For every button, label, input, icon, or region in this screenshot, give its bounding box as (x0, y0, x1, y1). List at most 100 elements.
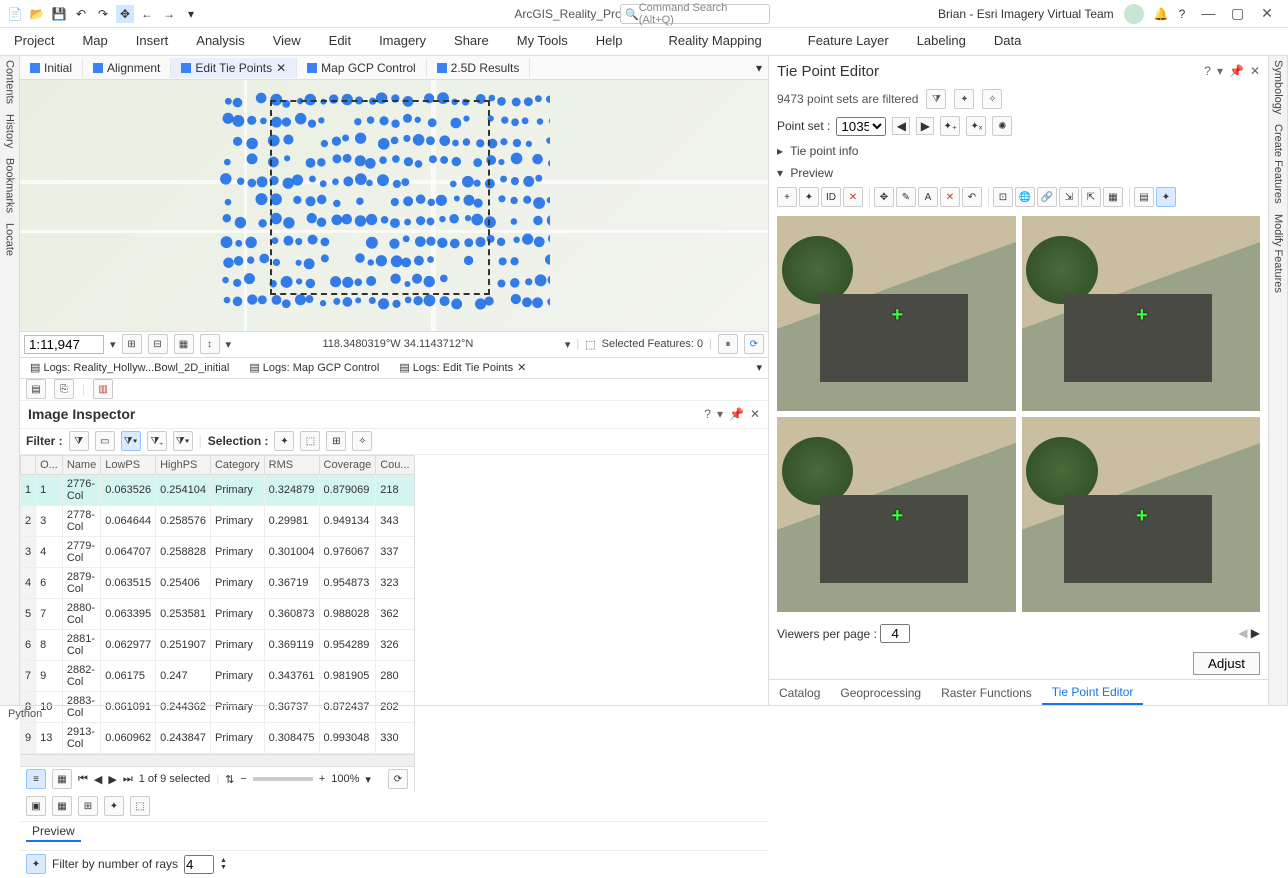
cell[interactable]: 0.981905 (319, 660, 376, 691)
explore-icon[interactable]: ✥ (116, 5, 134, 23)
close-tab-icon[interactable]: ✕ (276, 61, 286, 75)
cell[interactable]: 0.254104 (156, 474, 211, 505)
rail-symbology[interactable]: Symbology (1272, 60, 1284, 114)
cell[interactable]: 7 (36, 598, 63, 629)
pointset-select[interactable]: 1035 (836, 117, 886, 136)
snapping-icon[interactable]: ⊟ (148, 334, 168, 354)
user-label[interactable]: Brian - Esri Imagery Virtual Team (938, 7, 1114, 21)
filter-active-icon[interactable]: ⧩▾ (121, 431, 141, 451)
forward-icon[interactable]: → (160, 5, 178, 23)
tp-zoom-icon[interactable]: ⊡ (993, 187, 1013, 207)
sel-tool1-icon[interactable]: ✦ (274, 431, 294, 451)
filter-clear-icon[interactable]: ⧩▾ (173, 431, 193, 451)
pv-tool2-icon[interactable]: ▦ (52, 796, 72, 816)
cell[interactable]: 13 (36, 722, 63, 753)
dynamic-icon[interactable]: ↕ (200, 334, 220, 354)
table-row[interactable]: 682881-Col0.0629770.251907Primary0.36911… (21, 629, 415, 660)
ribbon-tab-reality-mapping[interactable]: Reality Mapping (655, 28, 776, 55)
filter-funnel-icon[interactable]: ⧩ (69, 431, 89, 451)
tp-layers-icon[interactable]: ▤ (1134, 187, 1154, 207)
tp-highlight-icon[interactable]: ✦ (1156, 187, 1176, 207)
sel-tool2-icon[interactable]: ⬚ (300, 431, 320, 451)
cell[interactable]: 218 (376, 474, 414, 505)
cell[interactable]: 0.29981 (264, 505, 319, 536)
view-tab-2-5d-results[interactable]: 2.5D Results (427, 58, 531, 78)
tp-globe-icon[interactable]: 🌐 (1015, 187, 1035, 207)
cell[interactable]: 2879-Col (62, 567, 100, 598)
tp-add-icon[interactable]: + (777, 187, 797, 207)
help-icon[interactable]: ? (1179, 7, 1186, 21)
cell[interactable]: 0.247 (156, 660, 211, 691)
cell[interactable]: 0.06175 (101, 660, 156, 691)
tp-edit-icon[interactable]: ✎ (896, 187, 916, 207)
tp-remove-icon[interactable]: ✕ (843, 187, 863, 207)
map-canvas[interactable] (20, 80, 768, 331)
next-icon[interactable]: ▶ (108, 773, 116, 786)
cell[interactable]: 0.25406 (156, 567, 211, 598)
cell[interactable]: 280 (376, 660, 414, 691)
dock-tab-catalog[interactable]: Catalog (769, 682, 830, 704)
dropdown-icon[interactable]: ▾ (182, 5, 200, 23)
cell[interactable]: 9 (21, 722, 36, 753)
dock-tab-geoprocessing[interactable]: Geoprocessing (830, 682, 931, 704)
col-header[interactable]: O... (36, 455, 63, 474)
grid-icon[interactable]: ▦ (174, 334, 194, 354)
first-icon[interactable]: ⏮ (78, 773, 88, 786)
cell[interactable]: 4 (21, 567, 36, 598)
cell[interactable]: 0.258576 (156, 505, 211, 536)
cell[interactable]: 2913-Col (62, 722, 100, 753)
info-toggle-icon[interactable]: ▸ (777, 144, 787, 158)
cell[interactable]: 6 (36, 567, 63, 598)
tp-fitout-icon[interactable]: ⇱ (1081, 187, 1101, 207)
notifications-icon[interactable]: 🔔 (1154, 7, 1169, 21)
tpe-help-icon[interactable]: ? (1204, 64, 1211, 78)
col-header[interactable]: Category (210, 455, 264, 474)
cell[interactable]: 0.064707 (101, 536, 156, 567)
inspector-help-icon[interactable]: ? (704, 407, 711, 421)
cell[interactable]: 0.251907 (156, 629, 211, 660)
view-tab-map-gcp-control[interactable]: Map GCP Control (297, 58, 426, 78)
cell[interactable]: 2881-Col (62, 629, 100, 660)
pv-tool5-icon[interactable]: ⬚ (130, 796, 150, 816)
back-icon[interactable]: ← (138, 5, 156, 23)
tp-grid-icon[interactable]: ▦ (1103, 187, 1123, 207)
last-icon[interactable]: ⏭ (123, 773, 133, 786)
dock-tab-raster-functions[interactable]: Raster Functions (931, 682, 1042, 704)
cell[interactable]: 2882-Col (62, 660, 100, 691)
log-tab[interactable]: ▤ Logs: Reality_Hollyw...Bowl_2D_initial (20, 359, 239, 376)
cell[interactable]: 0.879069 (319, 474, 376, 505)
dock-tab-tie-point-editor[interactable]: Tie Point Editor (1042, 681, 1144, 705)
selection-icon[interactable]: ⬚ (585, 338, 595, 351)
cell[interactable]: 0.308475 (264, 722, 319, 753)
rays-input[interactable] (184, 855, 214, 874)
col-header[interactable]: Cou... (376, 455, 414, 474)
col-header[interactable]: Coverage (319, 455, 376, 474)
pointset-prev-icon[interactable]: ◀ (892, 117, 910, 135)
cell[interactable]: 0.063526 (101, 474, 156, 505)
ribbon-tab-view[interactable]: View (259, 28, 315, 55)
preview-section-label[interactable]: Preview (790, 166, 833, 180)
pv-tool1-icon[interactable]: ▣ (26, 796, 46, 816)
table-row[interactable]: 792882-Col0.061750.247Primary0.3437610.9… (21, 660, 415, 691)
redo-icon[interactable]: ↷ (94, 5, 112, 23)
view-tab-alignment[interactable]: Alignment (83, 58, 171, 78)
new-project-icon[interactable]: 📄 (6, 5, 24, 23)
cell[interactable]: Primary (210, 474, 264, 505)
pointset-flash-icon[interactable]: ✺ (992, 116, 1012, 136)
cell[interactable]: Primary (210, 660, 264, 691)
table-row[interactable]: 342779-Col0.0647070.258828Primary0.30100… (21, 536, 415, 567)
rail-locate[interactable]: Locate (4, 223, 16, 256)
undo-icon[interactable]: ↶ (72, 5, 90, 23)
cell[interactable]: 0.369119 (264, 629, 319, 660)
cell[interactable]: 0.062977 (101, 629, 156, 660)
tpe-pin-icon[interactable]: 📌 (1229, 64, 1244, 78)
ribbon-tab-feature-layer[interactable]: Feature Layer (794, 28, 903, 55)
thumbs-next-icon[interactable]: ▶ (1251, 626, 1260, 640)
cell[interactable]: 6 (21, 629, 36, 660)
scale-input[interactable] (24, 335, 104, 354)
cell[interactable]: 0.324879 (264, 474, 319, 505)
pv-tool4-icon[interactable]: ✦ (104, 796, 124, 816)
cell[interactable]: 2880-Col (62, 598, 100, 629)
close-button[interactable]: ✕ (1254, 5, 1280, 22)
cell[interactable]: 1 (21, 474, 36, 505)
